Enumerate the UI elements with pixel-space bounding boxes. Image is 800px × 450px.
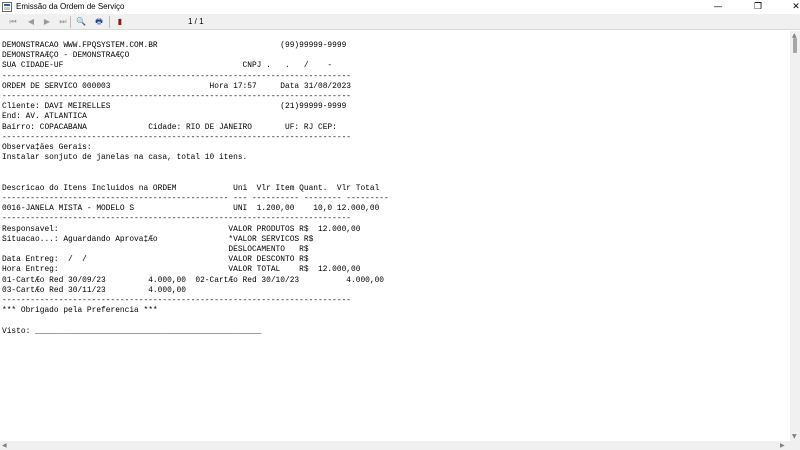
separator-line: ----------------------------------------… bbox=[2, 92, 352, 101]
thanks-line: *** Obrigado pela Preferencia *** bbox=[2, 306, 158, 316]
horizontal-scrollbar[interactable]: ◀ ▶ bbox=[0, 441, 790, 450]
observations-label: Observa‡äes Gerais: bbox=[2, 143, 92, 152]
prev-page-icon[interactable]: ◀ bbox=[24, 16, 38, 28]
totals-discount-line: Data Entreg: / / VALOR DESCONTO R$ bbox=[2, 255, 309, 265]
service-order-report: DEMONSTRACAO WWW.FPQSYSTEM.COM.BR (99)99… bbox=[2, 41, 389, 341]
title-bar: Emissão da Ordem de Serviço — ❐ ✕ bbox=[0, 0, 800, 14]
totals-total-line: Hora Entreg: VALOR TOTAL R$ 12.000,00 bbox=[2, 265, 361, 275]
vertical-scroll-thumb[interactable] bbox=[793, 38, 797, 53]
toolbar: ⏮ ◀ ▶ ⏭ 🔍 🖶 ▮ 1 / 1 bbox=[0, 14, 800, 30]
app-icon bbox=[2, 2, 12, 12]
minimize-button[interactable]: — bbox=[700, 0, 736, 14]
address-line: End: AV. ATLANTICA bbox=[2, 112, 87, 122]
scroll-down-arrow-icon[interactable]: ▼ bbox=[792, 432, 797, 441]
company-city-line: SUA CIDADE-UF CNPJ . . / - bbox=[2, 61, 333, 71]
installments-line: 01-CartÆo Red 30/09/23 4.000,00 02-CartÆ… bbox=[2, 275, 385, 285]
items-separator-line: ----------------------------------------… bbox=[2, 194, 389, 203]
page-indicator: 1 / 1 bbox=[188, 17, 204, 26]
totals-products-line: Responsavel: VALOR PRODUTOS R$ 12.000,00 bbox=[2, 224, 361, 234]
window-title: Emissão da Ordem de Serviço bbox=[16, 2, 125, 11]
company-name-line: DEMONSTRAÆÇO - DEMONSTRAÆÇO bbox=[2, 51, 130, 61]
next-page-icon[interactable]: ▶ bbox=[40, 16, 54, 28]
print-icon[interactable]: 🖶 bbox=[92, 16, 106, 28]
items-header-line: Descricao do Itens Incluidos na ORDEM Un… bbox=[2, 183, 380, 193]
client-line: Cliente: DAVI MEIRELLES (21)99999-9999 bbox=[2, 102, 347, 112]
signature-line: Visto: _________________________________… bbox=[2, 326, 262, 336]
separator-line: ----------------------------------------… bbox=[2, 296, 352, 305]
separator-line: ----------------------------------------… bbox=[2, 71, 352, 81]
item-row: 0016-JANELA MISTA - MODELO S UNI 1.200,0… bbox=[2, 204, 380, 214]
neighborhood-line: Bairro: COPACABANA Cidade: RIO DE JANEIR… bbox=[2, 122, 337, 132]
close-button[interactable]: ✕ bbox=[778, 0, 800, 14]
separator-line: ----------------------------------------… bbox=[2, 132, 352, 142]
scroll-right-arrow-icon[interactable]: ▶ bbox=[780, 441, 785, 450]
last-page-icon[interactable]: ⏭ bbox=[56, 16, 70, 28]
scroll-left-arrow-icon[interactable]: ◀ bbox=[2, 441, 7, 450]
vertical-scrollbar[interactable]: ▲ ▼ bbox=[790, 31, 800, 450]
zoom-icon[interactable]: 🔍 bbox=[74, 16, 88, 28]
totals-services-line: Situacao...: Aguardando Aprova‡Æo *VALOR… bbox=[2, 234, 314, 244]
separator-line: ----------------------------------------… bbox=[2, 214, 352, 224]
exit-icon[interactable]: ▮ bbox=[113, 16, 127, 28]
toolbar-separator bbox=[70, 16, 71, 28]
order-number-line: ORDEM DE SERVICO 000003 Hora 17:57 Data … bbox=[2, 81, 352, 91]
totals-displacement-line: DESLOCAMENTO R$ bbox=[2, 245, 309, 254]
installments-line: 03-CartÆo Red 30/11/23 4.000,00 bbox=[2, 285, 186, 295]
company-header-line: DEMONSTRACAO WWW.FPQSYSTEM.COM.BR (99)99… bbox=[2, 41, 347, 50]
first-page-icon[interactable]: ⏮ bbox=[6, 16, 20, 28]
report-preview: DEMONSTRACAO WWW.FPQSYSTEM.COM.BR (99)99… bbox=[0, 31, 790, 441]
maximize-button[interactable]: ❐ bbox=[740, 0, 776, 14]
toolbar-separator bbox=[109, 16, 110, 28]
observations-text: Instalar sonjuto de janelas na casa, tot… bbox=[2, 153, 248, 163]
